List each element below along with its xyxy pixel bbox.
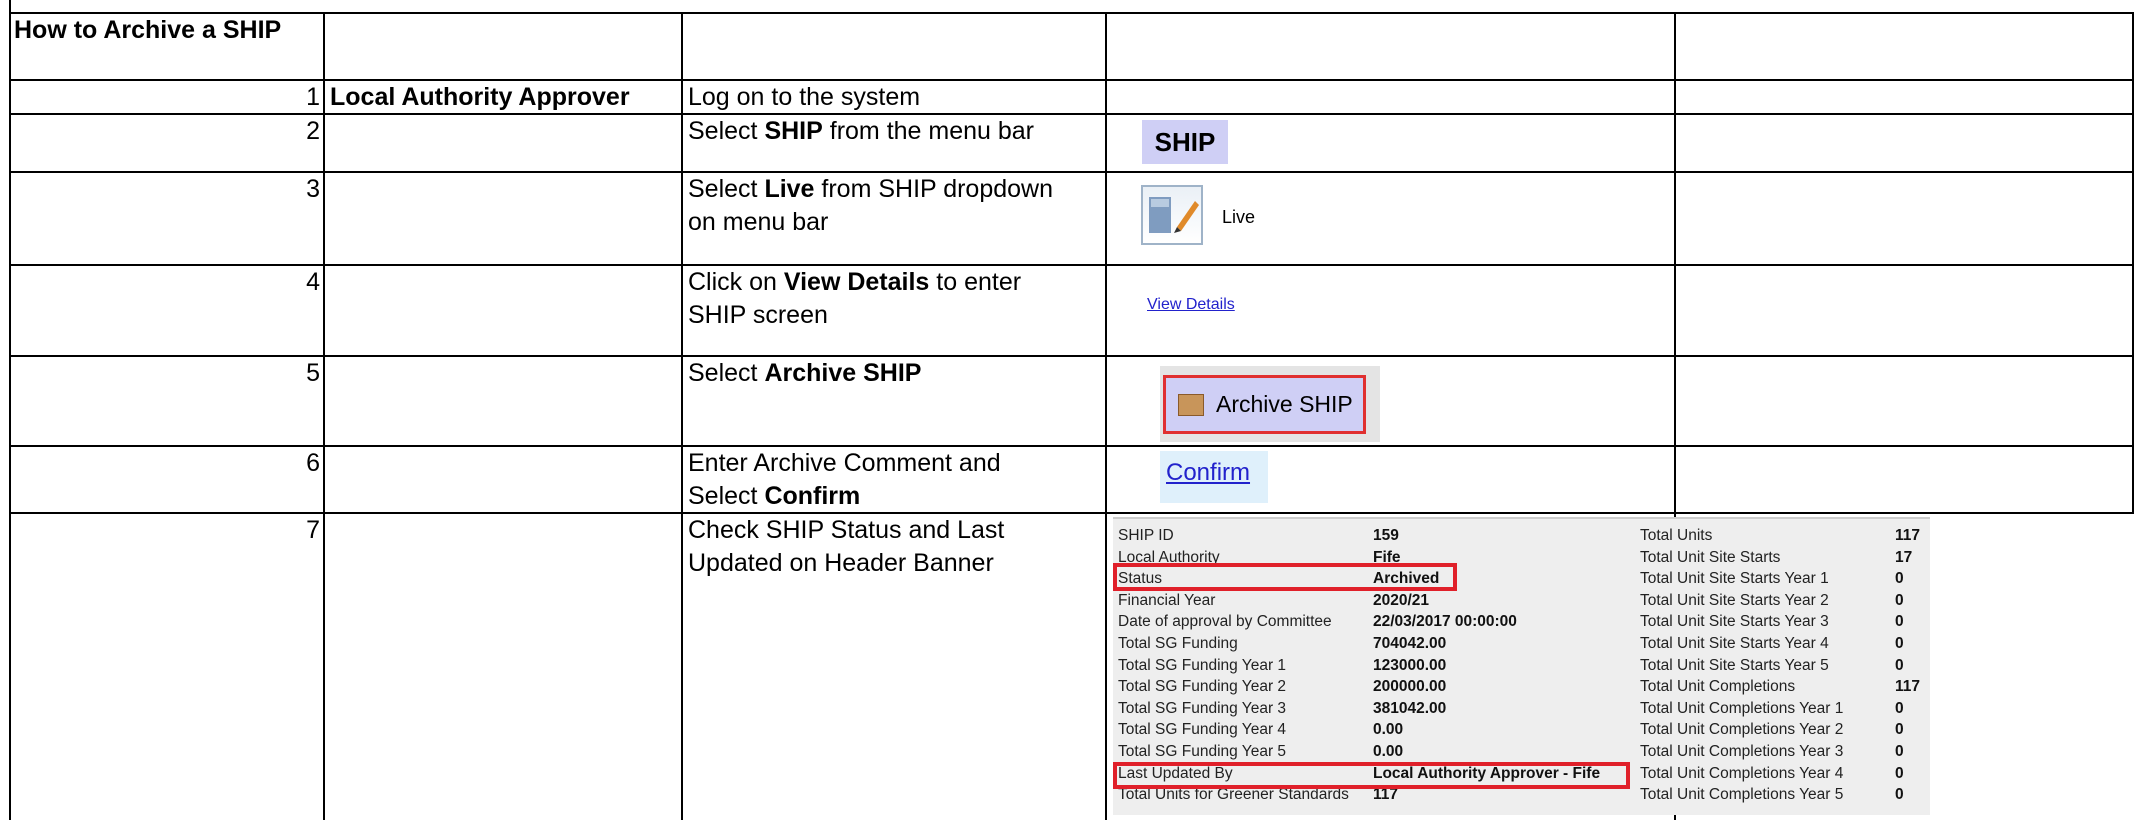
step-description: Select Live from SHIP dropdown [688,175,1054,203]
step-number: 1 [306,83,320,111]
grid-line [9,79,2134,81]
banner-value: 0 [1895,635,1904,652]
banner-label: Total Unit Site Starts Year 3 [1640,613,1829,631]
step-number: 5 [306,359,320,387]
banner-value: 22/03/2017 00:00:00 [1373,613,1517,631]
grid-line [9,113,2134,115]
archive-box-icon [1178,394,1204,416]
step-description: Select Archive SHIP [688,359,922,387]
step-description-line2: SHIP screen [688,301,828,329]
banner-value: 0 [1895,613,1904,631]
step-number: 7 [306,516,320,544]
grid-line [9,171,2134,173]
last-updated-highlight [1113,762,1630,789]
step-number: 4 [306,268,320,296]
banner-label: Total Unit Completions [1640,678,1796,696]
banner-value: 0 [1895,721,1904,739]
edit-icon[interactable] [1141,185,1203,245]
step-number: 6 [306,449,320,477]
view-details-link[interactable]: View Details [1147,296,1235,314]
banner-value: 0 [1895,743,1904,760]
banner-label: Total Unit Site Starts Year 4 [1640,635,1829,652]
grid-line [9,264,2134,266]
grid-line [9,355,2134,357]
banner-value: 117 [1895,678,1921,696]
grid-line [9,12,2134,14]
step-number: 3 [306,175,320,203]
banner-value: 123000.00 [1373,656,1447,674]
banner-value: 704042.00 [1373,635,1447,652]
banner-label: Total SG Funding Year 1 [1118,656,1287,674]
banner-label: Total Unit Site Starts Year 1 [1640,570,1829,588]
banner-label: Total SG Funding Year 2 [1118,678,1287,696]
banner-label: Total Unit Completions Year 1 [1640,699,1844,717]
step-description: Enter Archive Comment and [688,449,1001,477]
banner-label: Total Unit Completions Year 2 [1640,721,1844,739]
step-description-line2: on menu bar [688,208,829,236]
ship-menu-button[interactable]: SHIP [1142,120,1228,164]
grid-line [323,12,325,820]
banner-label: Total Unit Completions Year 3 [1640,743,1844,760]
step-description: Select SHIP from the menu bar [688,117,1035,145]
step-description: Click on View Details to enter [688,268,1022,296]
banner-label: Total Unit Completions Year 5 [1640,786,1844,804]
banner-value: 0.00 [1373,721,1404,739]
banner-label: Date of approval by Committee [1118,613,1332,631]
banner-label: Total Unit Site Starts Year 5 [1640,656,1829,674]
banner-label: SHIP ID [1118,527,1174,544]
grid-line [9,512,2134,514]
banner-value: 0 [1895,764,1904,782]
status-highlight [1113,563,1457,591]
banner-label: Total Units [1640,527,1713,544]
step-role: Local Authority Approver [330,83,630,111]
banner-value: 0.00 [1373,743,1404,760]
banner-value: 2020/21 [1373,591,1430,609]
banner-value: 117 [1895,527,1921,544]
banner-value: 0 [1895,656,1904,674]
grid-line [1105,12,1107,820]
confirm-link[interactable]: Confirm [1166,459,1250,487]
banner-label: Total Unit Site Starts Year 2 [1640,591,1829,609]
live-menu-item[interactable]: Live [1222,207,1255,228]
banner-value: 200000.00 [1373,678,1447,696]
step-description-line2: Select Confirm [688,482,861,510]
step-description-line2: Updated on Header Banner [688,549,994,577]
grid-line [2132,12,2134,512]
page-title: How to Archive a SHIP [14,16,282,44]
banner-label: Total Unit Completions Year 4 [1640,764,1844,782]
banner-label: Financial Year [1118,591,1216,609]
banner-value: 0 [1895,591,1904,609]
banner-value: 159 [1373,527,1399,544]
step-number: 2 [306,117,320,145]
grid-line [9,0,11,820]
banner-label: Total Unit Site Starts [1640,548,1781,566]
banner-label: Total SG Funding Year 5 [1118,743,1287,760]
banner-label: Total SG Funding Year 3 [1118,699,1287,717]
banner-value: 0 [1895,570,1904,588]
step-description: Check SHIP Status and Last [688,516,1005,544]
step-description: Log on to the system [688,83,921,111]
banner-label: Total SG Funding [1118,635,1238,652]
banner-value: 17 [1895,548,1913,566]
banner-value: 381042.00 [1373,699,1447,717]
grid-line [681,12,683,820]
banner-value: 0 [1895,699,1904,717]
grid-line [9,445,2134,447]
banner-label: Total SG Funding Year 4 [1118,721,1287,739]
banner-value: 0 [1895,786,1904,804]
